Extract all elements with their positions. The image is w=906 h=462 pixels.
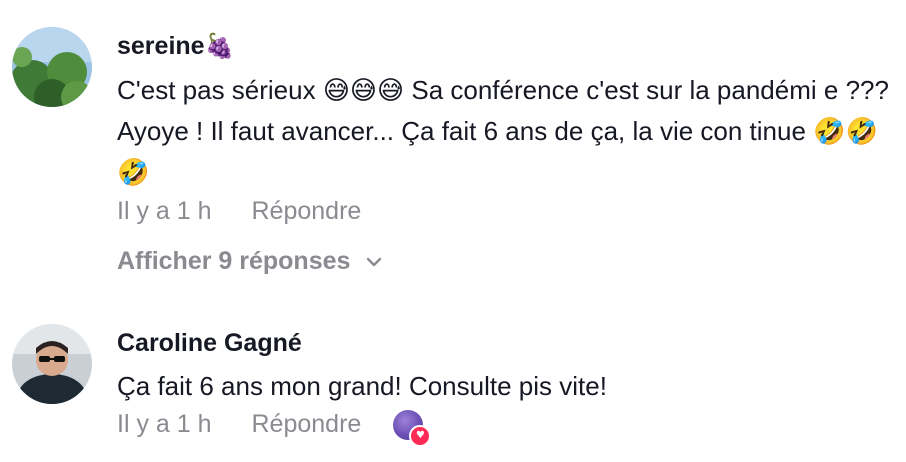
reply-button[interactable]: Répondre	[252, 197, 362, 226]
view-replies-label: Afficher 9 réponses	[117, 247, 351, 275]
username[interactable]: Caroline Gagné	[117, 329, 302, 358]
heart-icon: ♥	[409, 425, 432, 447]
comment-meta: Il y a 1 h Répondre ♥	[117, 409, 432, 447]
avatar[interactable]	[12, 27, 92, 107]
comment-time: Il y a 1 h	[117, 197, 212, 225]
comment-text: Ça fait 6 ans mon grand! Consulte pis vi…	[117, 371, 607, 401]
grapes-emoji: 🍇	[204, 32, 235, 60]
avatar-image	[12, 324, 92, 404]
avatar[interactable]	[12, 324, 92, 404]
username-text: sereine	[117, 32, 205, 60]
reply-button[interactable]: Répondre	[252, 410, 362, 439]
username[interactable]: sereine🍇	[117, 32, 234, 61]
view-replies-button[interactable]: Afficher 9 réponses	[117, 247, 384, 276]
comment-text: C'est pas sérieux 😅😅😅 Sa conférence c'es…	[117, 75, 889, 187]
comment-time: Il y a 1 h	[117, 409, 212, 438]
comment-meta: Il y a 1 h Répondre	[117, 197, 361, 226]
liked-by-creator-badge: ♥	[393, 410, 432, 447]
avatar-image	[12, 27, 92, 107]
chevron-down-icon	[364, 252, 384, 272]
